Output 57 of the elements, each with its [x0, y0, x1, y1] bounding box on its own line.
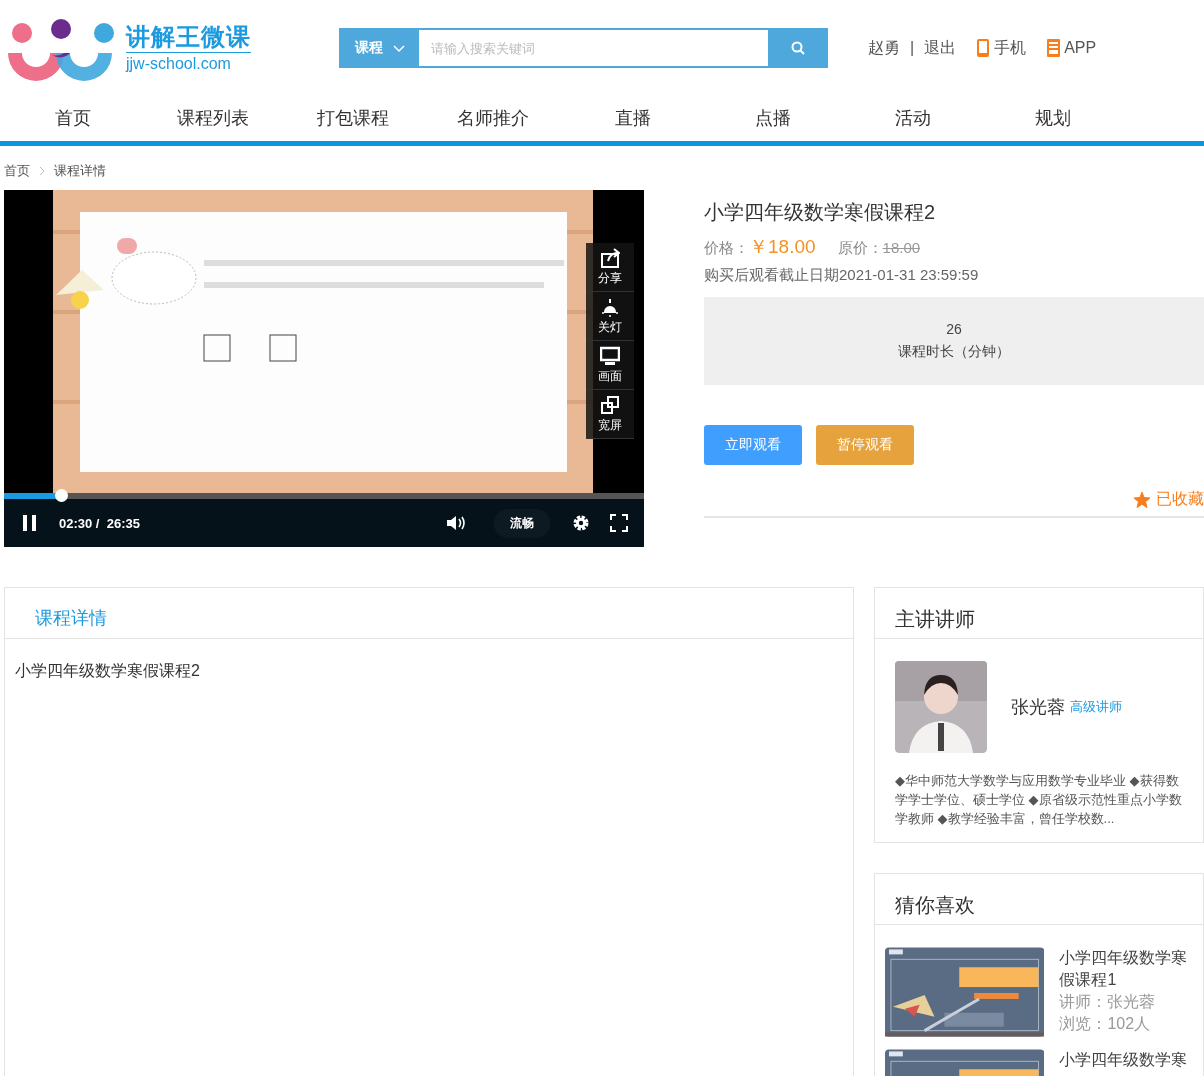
teacher-bio: ◆华中师范大学数学与应用数学专业毕业 ◆获得数学学士学位、硕士学位 ◆原省级示范性重点小学数学教师 ◆教学经验丰富，曾任学校数... [895, 772, 1183, 828]
nav-link[interactable]: 名师推介 [423, 96, 563, 141]
share-icon [600, 247, 620, 268]
duration-label: 课程时长（分钟） [898, 343, 1010, 361]
deadline-text: 购买后观看截止日期2021-01-31 23:59:59 [704, 266, 980, 285]
search-field[interactable]: 请输入搜索关键词 [419, 28, 768, 68]
original-price: 18.00 [882, 239, 921, 256]
original-price-label: 原价： [837, 239, 883, 258]
pause-icon[interactable] [22, 514, 37, 532]
details-text: 小学四年级数学寒假课程2 [15, 661, 201, 681]
breadcrumb-link[interactable]: 课程详情 [54, 162, 106, 180]
side-tool-button[interactable]: 关灯 [586, 292, 634, 341]
logo-url: jjw-school.com [126, 53, 232, 74]
price-value: ￥18.00 [749, 235, 816, 259]
time-display: 02:30 / 26:35 [59, 515, 140, 531]
duration-value: 26 [946, 321, 962, 337]
side-tool-button[interactable]: 宽屏 [586, 390, 634, 439]
course-link[interactable]: 小学四年级数学寒 [1059, 1049, 1203, 1071]
nav-link[interactable]: 活动 [843, 96, 983, 141]
caret-icon [393, 43, 405, 53]
video-player[interactable]: 02:30 / 26:35 流畅 分享 关灯 画面 宽屏 [4, 190, 644, 547]
nav-link[interactable]: 课程列表 [143, 96, 283, 141]
side-tool-button[interactable]: 画面 [586, 341, 634, 390]
breadcrumb-link[interactable]: 首页 [4, 162, 30, 180]
course-title: 小学四年级数学寒假课程2 [704, 200, 937, 225]
logout-link[interactable]: 退出 [924, 37, 957, 59]
fullscreen-icon[interactable] [610, 514, 628, 532]
teacher-title: 高级讲师 [1070, 698, 1122, 716]
nav-link[interactable]: 打包课程 [283, 96, 423, 141]
overlap-squares-icon [600, 394, 620, 415]
teacher-name: 张光蓉 [1011, 696, 1065, 719]
phone-icon [976, 38, 992, 58]
mobile-link[interactable]: 手机 [994, 37, 1027, 59]
teacher-text: 讲师：张光蓉 [1059, 992, 1157, 1012]
search-icon [791, 41, 805, 55]
nav-link[interactable]: 点播 [703, 96, 843, 141]
nav-link[interactable]: 直播 [563, 96, 703, 141]
volume-icon[interactable] [446, 514, 466, 532]
user-name[interactable]: 赵勇 [868, 37, 900, 59]
app-link[interactable]: APP [1064, 39, 1097, 57]
nav-link[interactable]: 规划 [983, 96, 1123, 141]
separator-text: | [910, 39, 915, 57]
side-tool-button[interactable]: 分享 [586, 243, 634, 292]
settings-icon[interactable] [572, 514, 590, 532]
app-icon [1046, 38, 1062, 58]
nav-link[interactable]: 首页 [3, 96, 143, 141]
lamp-icon [600, 296, 620, 317]
monitor-icon [600, 345, 620, 366]
chevron-icon [38, 166, 46, 176]
quality-button[interactable]: 流畅 [494, 508, 550, 538]
course-link[interactable]: 小学四年级数学寒假课程1 [1059, 947, 1203, 991]
star-icon[interactable] [1134, 491, 1150, 508]
card-heading: 主讲讲师 [895, 606, 975, 632]
logo-name: 讲解王微课 [126, 21, 251, 53]
views-text: 浏览：102人 [1059, 1014, 1152, 1034]
price-label: 价格： [704, 239, 749, 258]
card-heading: 猜你喜欢 [895, 892, 975, 918]
